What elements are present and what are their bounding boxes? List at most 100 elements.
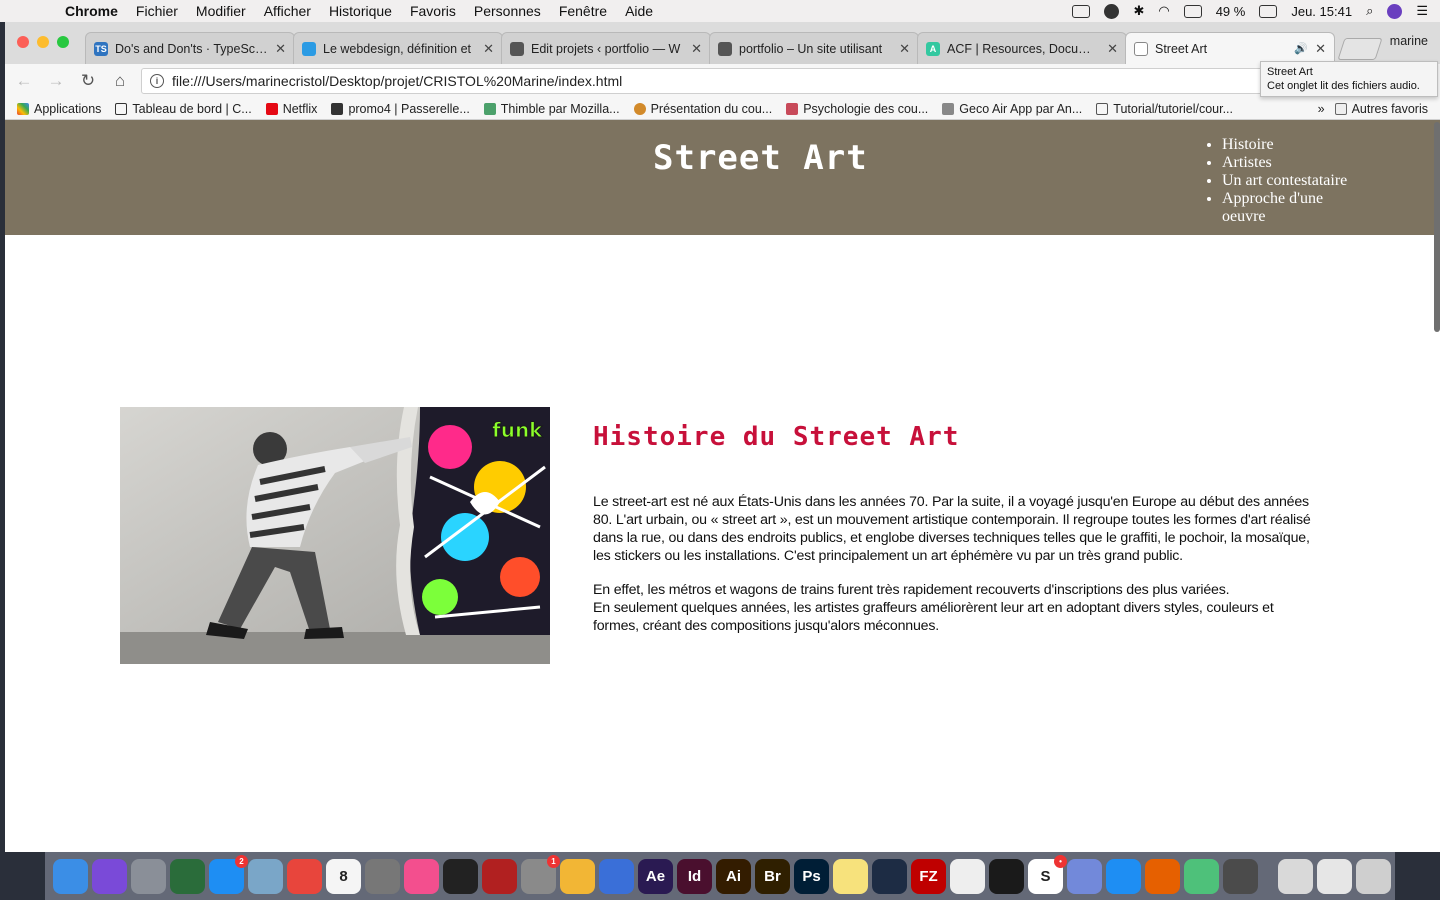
menu-modifier[interactable]: Modifier [187, 3, 255, 19]
chevron-right-icon[interactable]: » [1318, 102, 1325, 116]
browser-tab[interactable]: portfolio – Un site utilisant ✕ [709, 32, 919, 64]
bookmark-psychologie[interactable]: Psychologie des cou... [786, 102, 928, 116]
geco-icon [942, 102, 955, 115]
back-icon[interactable]: ← [13, 71, 35, 91]
activity-monitor-icon[interactable] [443, 858, 478, 894]
siri-icon[interactable] [92, 858, 127, 894]
cinema4d-icon[interactable] [872, 858, 907, 894]
text-edit-icon[interactable] [950, 858, 985, 894]
bookmark-presentation[interactable]: Présentation du cou... [633, 102, 772, 116]
bluetooth-icon[interactable]: ✱ [1133, 3, 1144, 19]
slack-icon[interactable]: S • [1028, 854, 1067, 894]
illustrator-icon[interactable]: Ai [716, 858, 751, 894]
photo-booth-icon[interactable] [482, 858, 517, 894]
menu-historique[interactable]: Historique [320, 3, 401, 19]
close-tab-icon[interactable]: ✕ [1107, 41, 1118, 57]
favicon-icon [510, 41, 524, 56]
tooltip-title: Street Art [1267, 66, 1313, 78]
battery-text[interactable]: 49 % [1216, 4, 1246, 19]
reload-icon[interactable]: ↻ [77, 71, 99, 91]
menu-personnes[interactable]: Personnes [465, 3, 550, 19]
close-tab-icon[interactable]: ✕ [899, 41, 910, 57]
close-tab-icon[interactable]: ✕ [275, 41, 286, 57]
zoom-window-button[interactable] [57, 36, 69, 48]
photos-icon[interactable] [560, 858, 595, 894]
discord-icon[interactable] [1067, 858, 1102, 894]
trash-icon[interactable] [1356, 858, 1391, 894]
siri-menu-icon[interactable] [1387, 3, 1403, 19]
finder-icon[interactable] [53, 858, 88, 894]
airplay-icon[interactable] [1183, 4, 1202, 18]
bookmark-geco-air[interactable]: Geco Air App par An... [942, 102, 1082, 116]
menu-favoris[interactable]: Favoris [401, 3, 465, 19]
menu-afficher[interactable]: Afficher [255, 3, 320, 19]
messenger-icon[interactable] [1106, 858, 1141, 894]
menu-fenetre[interactable]: Fenêtre [550, 3, 616, 19]
documents-icon[interactable] [1317, 858, 1352, 894]
profile-button[interactable]: marine [1390, 34, 1428, 48]
close-window-button[interactable] [17, 36, 29, 48]
browser-tab[interactable]: A ACF | Resources, Documen ✕ [917, 32, 1127, 64]
spotlight-icon[interactable]: ⌕ [1366, 3, 1373, 19]
photoshop-icon[interactable]: Ps [794, 858, 829, 894]
sequel-icon[interactable] [365, 858, 400, 894]
preview-icon[interactable] [248, 858, 283, 894]
firefox-icon[interactable] [1145, 858, 1180, 894]
bookmark-applications[interactable]: Applications [17, 102, 101, 116]
address-bar[interactable]: i file:///Users/marinecristol/Desktop/pr… [141, 68, 1264, 94]
nav-link-approche-oeuvre[interactable]: Approche d'une oeuvre [1222, 190, 1355, 226]
bookmark-netflix[interactable]: Netflix [265, 102, 317, 116]
menu-aide[interactable]: Aide [616, 3, 662, 19]
downloads-icon[interactable] [1278, 858, 1313, 894]
clock[interactable]: Jeu. 15:41 [1291, 4, 1352, 19]
system-preferences-icon[interactable]: 1 [521, 854, 560, 894]
chrome-icon[interactable] [287, 858, 322, 894]
bookmark-thimble[interactable]: Thimble par Mozilla... [483, 102, 620, 116]
calendar-icon[interactable]: 8 [326, 858, 361, 894]
bookmark-tutorial[interactable]: Tutorial/tutoriel/cour... [1096, 102, 1233, 116]
indesign-icon[interactable]: Id [677, 858, 712, 894]
sublime-icon[interactable] [1223, 858, 1258, 894]
menu-app-name[interactable]: Chrome [56, 3, 127, 19]
filezilla-icon[interactable]: FZ [911, 858, 946, 894]
close-tab-icon[interactable]: ✕ [483, 41, 494, 57]
itunes-icon[interactable] [404, 858, 439, 894]
home-icon[interactable]: ⌂ [109, 71, 131, 91]
close-tab-icon[interactable]: ✕ [691, 41, 702, 57]
page-icon [115, 102, 128, 115]
info-icon[interactable]: i [150, 74, 164, 88]
after-effects-icon[interactable]: Ae [638, 858, 673, 894]
browser-tab[interactable]: TS Do's and Don'ts · TypeScript ✕ [85, 32, 295, 64]
minimize-window-button[interactable] [37, 36, 49, 48]
app-store-icon[interactable]: 2 [209, 854, 248, 894]
atom-icon[interactable] [1184, 858, 1219, 894]
menu-fichier[interactable]: Fichier [127, 3, 187, 19]
scrollbar-thumb[interactable] [1434, 122, 1440, 332]
address-url[interactable]: file:///Users/marinecristol/Desktop/proj… [172, 73, 622, 89]
battery-icon[interactable] [1259, 4, 1278, 18]
notes-icon[interactable] [833, 858, 868, 894]
new-tab-button[interactable] [1337, 38, 1383, 60]
close-tab-icon[interactable]: ✕ [1315, 41, 1326, 57]
bridge-icon[interactable]: Br [755, 858, 790, 894]
nav-link-art-contestataire[interactable]: Un art contestataire [1222, 172, 1355, 190]
terminal-icon[interactable] [989, 858, 1024, 894]
keynote-icon[interactable] [599, 858, 634, 894]
nav-link-histoire[interactable]: Histoire [1222, 136, 1355, 154]
nav-link-artistes[interactable]: Artistes [1222, 154, 1355, 172]
browser-tab[interactable]: Street Art 🔊 ✕ [1125, 32, 1335, 64]
bookmark-other-favorites[interactable]: Autres favoris [1334, 102, 1428, 116]
notification-center-icon[interactable]: ☰ [1416, 3, 1428, 19]
creative-cloud-icon[interactable] [1104, 3, 1120, 19]
browser-tab[interactable]: Edit projets ‹ portfolio — W ✕ [501, 32, 711, 64]
page-scrollbar[interactable] [1433, 120, 1440, 852]
browser-tab[interactable]: Le webdesign, définition et ✕ [293, 32, 503, 64]
audio-playing-icon[interactable]: 🔊 [1294, 42, 1308, 55]
forward-icon[interactable]: → [45, 71, 67, 91]
printer-icon[interactable] [1072, 4, 1091, 18]
mission-control-icon[interactable] [170, 858, 205, 894]
wifi-icon[interactable]: ◠ [1158, 3, 1169, 19]
launchpad-icon[interactable] [131, 858, 166, 894]
bookmark-promo4[interactable]: promo4 | Passerelle... [331, 102, 470, 116]
bookmark-tableau-de-bord[interactable]: Tableau de bord | C... [115, 102, 252, 116]
